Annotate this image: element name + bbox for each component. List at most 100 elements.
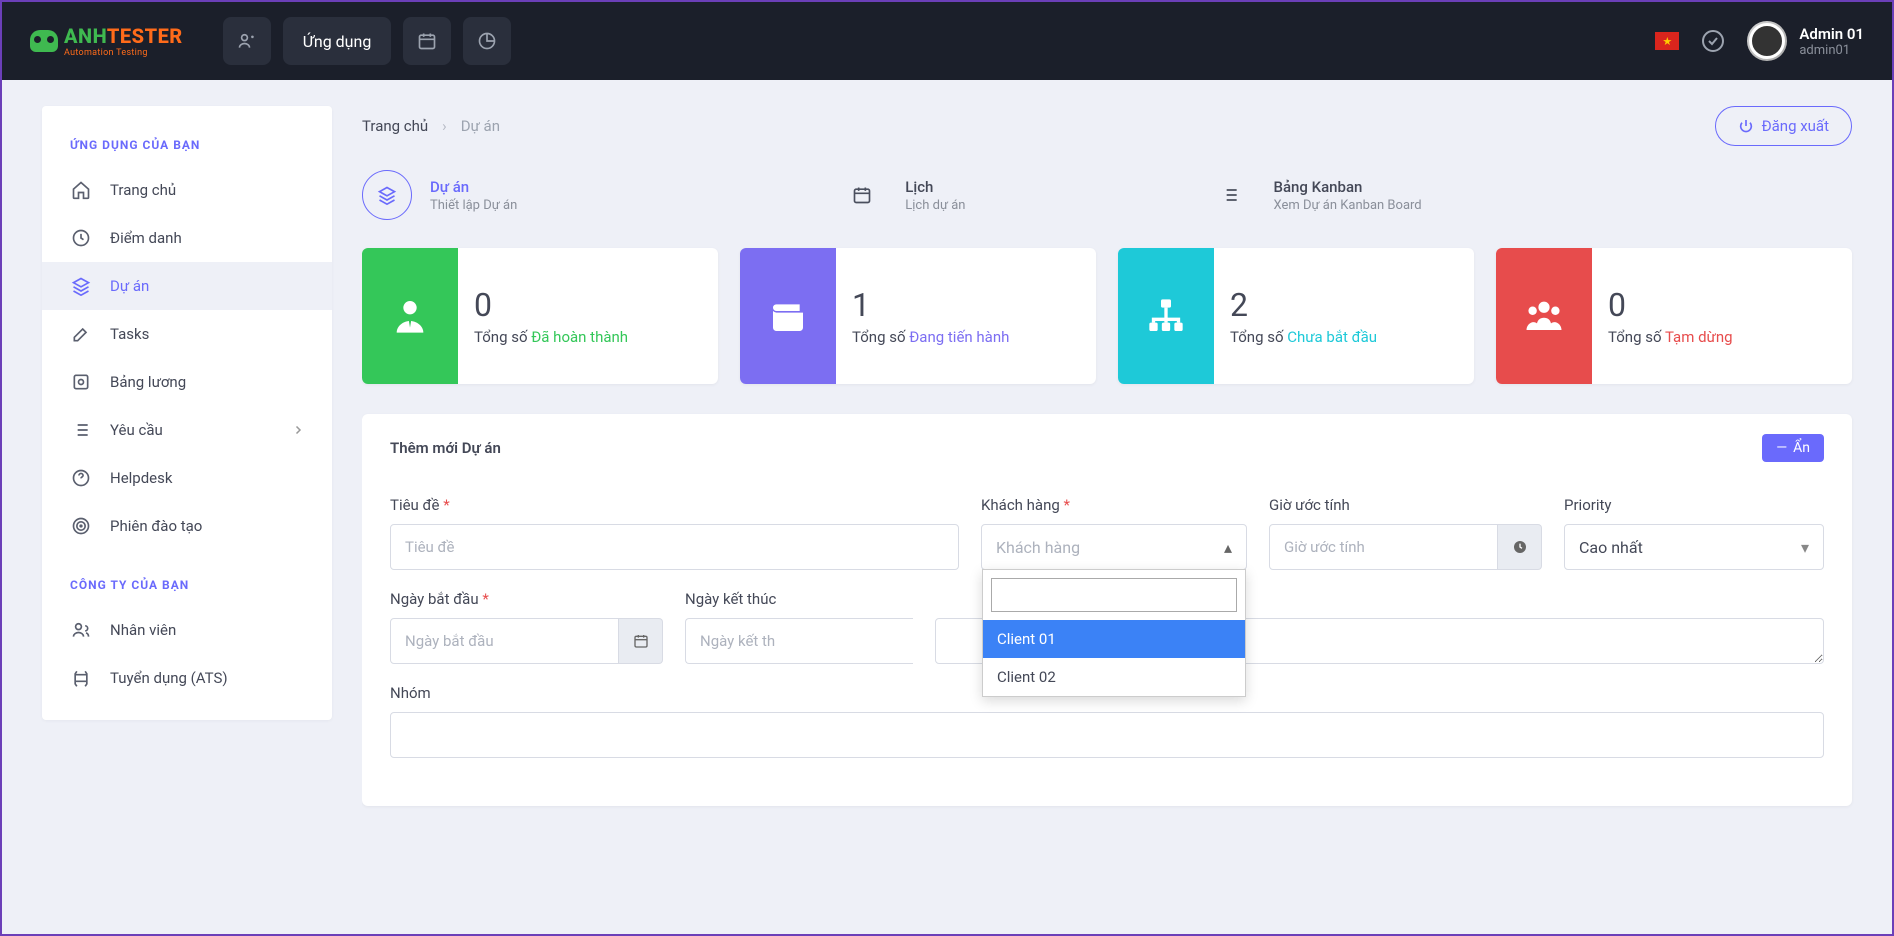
wallet-icon (740, 248, 836, 384)
logout-button[interactable]: Đăng xuất (1715, 106, 1852, 146)
title-input[interactable] (390, 524, 959, 570)
startdate-input[interactable] (390, 618, 619, 664)
sidebar-item-attendance[interactable]: Điểm danh (42, 214, 332, 262)
stat-notstarted: 2 Tổng số Chưa bắt đầu (1118, 248, 1474, 384)
layers-icon (362, 170, 412, 220)
stat-number: 0 (474, 286, 702, 324)
logo[interactable]: ANHTESTER Automation Testing (30, 24, 183, 58)
stats-row: 0 Tổng số Đã hoàn thành 1 Tổng số Đang t… (362, 248, 1852, 384)
caret-down-icon: ▾ (1801, 538, 1809, 557)
sidebar-item-label: Nhân viên (110, 621, 176, 639)
breadcrumb: Trang chủ › Dự án (362, 117, 500, 135)
client-select[interactable]: Khách hàng ▴ Client 01 Client 02 (981, 524, 1247, 570)
people-icon-button[interactable] (223, 17, 271, 65)
calendar-icon (837, 170, 887, 220)
sidebar-item-home[interactable]: Trang chủ (42, 166, 332, 214)
caret-up-icon: ▴ (1224, 538, 1232, 557)
people-group-icon (1496, 248, 1592, 384)
user-handle: admin01 (1799, 43, 1864, 58)
sidebar-section-company: CÔNG TY CỦA BẠN (42, 564, 332, 606)
tab-projects[interactable]: Dự án Thiết lập Dự án (362, 170, 517, 220)
logo-text: ANHTESTER (64, 24, 183, 48)
money-icon (70, 372, 92, 392)
user-name: Admin 01 (1799, 25, 1864, 43)
stat-label: Tổng số Đã hoàn thành (474, 328, 702, 346)
sidebar-item-label: Điểm danh (110, 229, 182, 247)
user-tie-icon (362, 248, 458, 384)
sidebar-item-employees[interactable]: Nhân viên (42, 606, 332, 654)
sidebar-item-label: Yêu cầu (110, 421, 163, 439)
sidebar-item-label: Tuyển dụng (ATS) (110, 669, 228, 687)
startdate-label: Ngày bắt đầu * (390, 590, 663, 608)
flag-icon[interactable]: ★ (1655, 32, 1679, 50)
app-header: ANHTESTER Automation Testing Ứng dụng ★ … (2, 2, 1892, 80)
sidebar: ỨNG DỤNG CỦA BẠN Trang chủ Điểm danh Dự … (42, 106, 332, 720)
client-search-input[interactable] (991, 578, 1237, 612)
header-right: ★ Admin 01 admin01 (1655, 21, 1864, 61)
hours-label: Giờ ước tính (1269, 496, 1542, 514)
tab-subtitle: Lịch dự án (905, 198, 965, 213)
stat-label: Tổng số Tạm dừng (1608, 328, 1836, 346)
hours-input[interactable] (1269, 524, 1498, 570)
minus-icon: — (1776, 440, 1787, 456)
chevron-right-icon (292, 424, 304, 436)
group-input[interactable] (390, 712, 1824, 758)
sidebar-item-projects[interactable]: Dự án (42, 262, 332, 310)
sidebar-item-tasks[interactable]: Tasks (42, 310, 332, 358)
client-dropdown: Client 01 Client 02 (982, 569, 1246, 697)
pie-chart-icon (477, 31, 497, 51)
stat-inprogress: 1 Tổng số Đang tiến hành (740, 248, 1096, 384)
sitemap-icon (1118, 248, 1214, 384)
form-title: Thêm mới Dự án (390, 439, 501, 457)
calendar-icon-button[interactable] (403, 17, 451, 65)
sidebar-item-recruitment[interactable]: Tuyển dụng (ATS) (42, 654, 332, 702)
tab-subtitle: Thiết lập Dự án (430, 198, 517, 213)
title-label: Tiêu đề * (390, 496, 959, 514)
people-icon (237, 31, 257, 51)
client-label: Khách hàng * (981, 496, 1247, 514)
sidebar-item-label: Tasks (110, 325, 149, 343)
add-project-form: Thêm mới Dự án —Ẩn Tiêu đề * Khách hàng … (362, 414, 1852, 806)
sidebar-item-helpdesk[interactable]: Helpdesk (42, 454, 332, 502)
client-option[interactable]: Client 02 (983, 658, 1245, 696)
calendar-icon (417, 31, 437, 51)
stat-completed: 0 Tổng số Đã hoàn thành (362, 248, 718, 384)
user-menu[interactable]: Admin 01 admin01 (1747, 21, 1864, 61)
sidebar-item-requests[interactable]: Yêu cầu (42, 406, 332, 454)
list-icon (70, 420, 92, 440)
stat-label: Tổng số Chưa bắt đầu (1230, 328, 1458, 346)
tab-title: Bảng Kanban (1273, 178, 1421, 196)
logo-subtext: Automation Testing (64, 48, 183, 58)
stat-number: 0 (1608, 286, 1836, 324)
briefcase-icon (70, 668, 92, 688)
clock-icon (1498, 524, 1542, 570)
sidebar-item-payroll[interactable]: Bảng lương (42, 358, 332, 406)
logo-icon (30, 30, 58, 52)
tab-title: Dự án (430, 178, 517, 196)
apps-button[interactable]: Ứng dụng (283, 17, 392, 65)
client-option[interactable]: Client 01 (983, 620, 1245, 658)
chart-icon-button[interactable] (463, 17, 511, 65)
kanban-icon (1205, 170, 1255, 220)
layers-icon (70, 276, 92, 296)
tab-kanban[interactable]: Bảng Kanban Xem Dự án Kanban Board (1205, 170, 1421, 220)
breadcrumb-current: Dự án (461, 117, 500, 135)
main-content: Trang chủ › Dự án Đăng xuất Dự án Thiết … (362, 106, 1892, 934)
priority-label: Priority (1564, 496, 1824, 514)
check-circle-icon[interactable] (1701, 29, 1725, 53)
tab-title: Lịch (905, 178, 965, 196)
breadcrumb-home[interactable]: Trang chủ (362, 117, 428, 135)
tab-calendar[interactable]: Lịch Lịch dự án (837, 170, 965, 220)
sidebar-item-training[interactable]: Phiên đào tạo (42, 502, 332, 550)
target-icon (70, 516, 92, 536)
priority-select[interactable]: Cao nhất ▾ (1564, 524, 1824, 570)
sidebar-section-apps: ỨNG DỤNG CỦA BẠN (42, 124, 332, 166)
hide-button[interactable]: —Ẩn (1762, 434, 1824, 462)
avatar (1747, 21, 1787, 61)
calendar-icon[interactable] (619, 618, 663, 664)
tab-navigation: Dự án Thiết lập Dự án Lịch Lịch dự án Bả… (362, 170, 1852, 220)
stat-number: 2 (1230, 286, 1458, 324)
sidebar-item-label: Bảng lương (110, 373, 186, 391)
enddate-input[interactable] (685, 618, 913, 664)
edit-icon (70, 324, 92, 344)
